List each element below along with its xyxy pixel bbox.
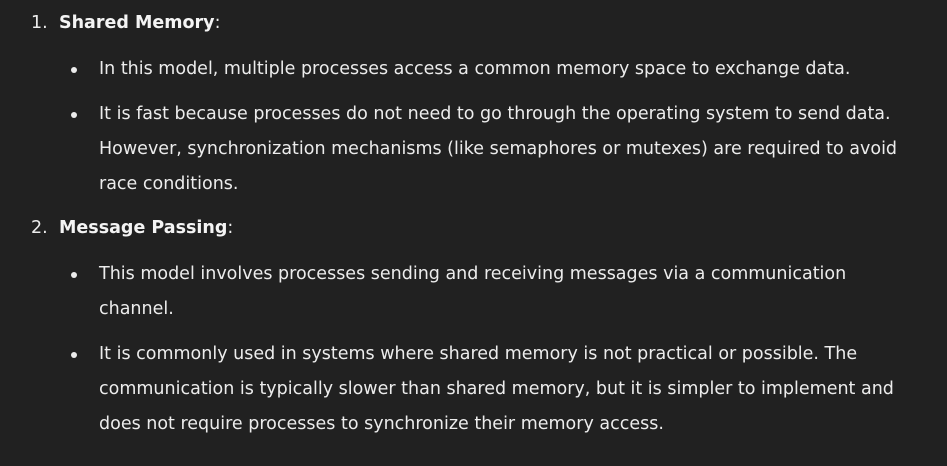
list-item-title: Shared Memory: xyxy=(59,6,220,41)
list-item-heading: Shared Memory xyxy=(59,13,215,33)
bullet-text: It is commonly used in systems where sha… xyxy=(99,344,894,434)
bullet-text: In this model, multiple processes access… xyxy=(99,59,851,79)
list-item-message-passing: 2. Message Passing: xyxy=(0,211,947,246)
list-item-shared-memory: 1. Shared Memory: xyxy=(0,6,947,41)
list-number: 1. xyxy=(31,13,48,33)
list-number: 2. xyxy=(31,218,48,238)
bullet-text: It is fast because processes do not need… xyxy=(99,104,898,194)
list-item-heading: Message Passing xyxy=(59,218,228,238)
bullet-dot-icon xyxy=(71,272,77,278)
bullet-dot-icon xyxy=(71,112,77,118)
bullet-dot-icon xyxy=(71,67,77,73)
list-item-title: Message Passing: xyxy=(59,211,233,246)
list-item-colon: : xyxy=(227,218,234,238)
bullet-dot-icon xyxy=(71,352,77,358)
list-item-colon: : xyxy=(214,13,221,33)
chat-message-content: 1. Shared Memory: In this model, multipl… xyxy=(0,0,947,466)
bullet-text: This model involves processes sending an… xyxy=(99,264,847,319)
